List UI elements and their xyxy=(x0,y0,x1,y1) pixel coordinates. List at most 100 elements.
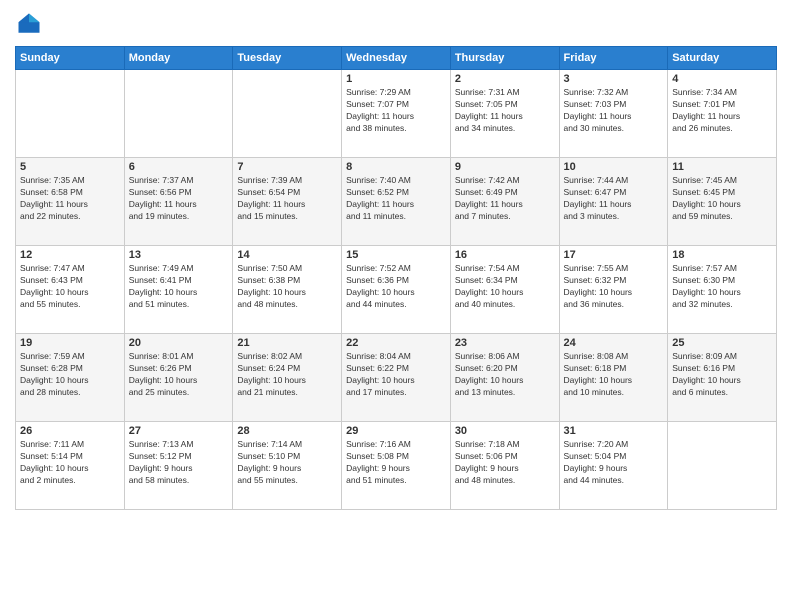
calendar-header-tuesday: Tuesday xyxy=(233,47,342,70)
day-number: 2 xyxy=(455,73,555,85)
day-number: 24 xyxy=(564,337,664,349)
day-info: Sunrise: 7:45 AM Sunset: 6:45 PM Dayligh… xyxy=(672,175,772,223)
day-number: 27 xyxy=(129,425,229,437)
calendar-cell: 21 Sunrise: 8:02 AM Sunset: 6:24 PM Dayli… xyxy=(233,334,342,422)
day-info: Sunrise: 7:34 AM Sunset: 7:01 PM Dayligh… xyxy=(672,87,772,135)
day-info: Sunrise: 7:31 AM Sunset: 7:05 PM Dayligh… xyxy=(455,87,555,135)
logo-icon xyxy=(15,10,43,38)
calendar-cell: 12 Sunrise: 7:47 AM Sunset: 6:43 PM Dayli… xyxy=(16,246,125,334)
calendar-header-row: SundayMondayTuesdayWednesdayThursdayFrid… xyxy=(16,47,777,70)
day-info: Sunrise: 8:01 AM Sunset: 6:26 PM Dayligh… xyxy=(129,351,229,399)
day-info: Sunrise: 7:14 AM Sunset: 5:10 PM Dayligh… xyxy=(237,439,337,487)
calendar-header-thursday: Thursday xyxy=(450,47,559,70)
calendar-cell: 20 Sunrise: 8:01 AM Sunset: 6:26 PM Dayli… xyxy=(124,334,233,422)
day-info: Sunrise: 7:40 AM Sunset: 6:52 PM Dayligh… xyxy=(346,175,446,223)
day-number: 7 xyxy=(237,161,337,173)
day-number: 6 xyxy=(129,161,229,173)
day-number: 12 xyxy=(20,249,120,261)
calendar-header-saturday: Saturday xyxy=(668,47,777,70)
day-info: Sunrise: 7:57 AM Sunset: 6:30 PM Dayligh… xyxy=(672,263,772,311)
day-info: Sunrise: 7:29 AM Sunset: 7:07 PM Dayligh… xyxy=(346,87,446,135)
calendar-week-2: 5Sunrise: 7:35 AM Sunset: 6:58 PM Daylig… xyxy=(16,158,777,246)
day-number: 13 xyxy=(129,249,229,261)
day-info: Sunrise: 7:32 AM Sunset: 7:03 PM Dayligh… xyxy=(564,87,664,135)
calendar-week-4: 19 Sunrise: 7:59 AM Sunset: 6:28 PM Dayli… xyxy=(16,334,777,422)
day-info: Sunrise: 7:50 AM Sunset: 6:38 PM Dayligh… xyxy=(237,263,337,311)
calendar-cell: 1Sunrise: 7:29 AM Sunset: 7:07 PM Daylig… xyxy=(342,70,451,158)
day-info: Sunrise: 7:11 AM Sunset: 5:14 PM Dayligh… xyxy=(20,439,120,487)
calendar-cell xyxy=(124,70,233,158)
day-number: 3 xyxy=(564,73,664,85)
day-number: 9 xyxy=(455,161,555,173)
calendar-cell: 22 Sunrise: 8:04 AM Sunset: 6:22 PM Dayli… xyxy=(342,334,451,422)
calendar-cell: 6 Sunrise: 7:37 AM Sunset: 6:56 PM Daylig… xyxy=(124,158,233,246)
calendar-cell xyxy=(16,70,125,158)
day-info: Sunrise: 7:44 AM Sunset: 6:47 PM Dayligh… xyxy=(564,175,664,223)
calendar: SundayMondayTuesdayWednesdayThursdayFrid… xyxy=(15,46,777,510)
calendar-cell: 8 Sunrise: 7:40 AM Sunset: 6:52 PM Daylig… xyxy=(342,158,451,246)
calendar-cell: 15Sunrise: 7:52 AM Sunset: 6:36 PM Dayli… xyxy=(342,246,451,334)
calendar-cell: 28 Sunrise: 7:14 AM Sunset: 5:10 PM Dayli… xyxy=(233,422,342,510)
day-number: 4 xyxy=(672,73,772,85)
day-info: Sunrise: 7:59 AM Sunset: 6:28 PM Dayligh… xyxy=(20,351,120,399)
day-info: Sunrise: 7:18 AM Sunset: 5:06 PM Dayligh… xyxy=(455,439,555,487)
calendar-cell: 17 Sunrise: 7:55 AM Sunset: 6:32 PM Dayli… xyxy=(559,246,668,334)
day-number: 8 xyxy=(346,161,446,173)
day-info: Sunrise: 8:09 AM Sunset: 6:16 PM Dayligh… xyxy=(672,351,772,399)
calendar-cell: 4 Sunrise: 7:34 AM Sunset: 7:01 PM Daylig… xyxy=(668,70,777,158)
day-number: 22 xyxy=(346,337,446,349)
calendar-week-1: 1Sunrise: 7:29 AM Sunset: 7:07 PM Daylig… xyxy=(16,70,777,158)
calendar-cell: 9 Sunrise: 7:42 AM Sunset: 6:49 PM Daylig… xyxy=(450,158,559,246)
day-number: 29 xyxy=(346,425,446,437)
page: SundayMondayTuesdayWednesdayThursdayFrid… xyxy=(0,0,792,612)
calendar-cell: 18 Sunrise: 7:57 AM Sunset: 6:30 PM Dayli… xyxy=(668,246,777,334)
calendar-week-5: 26 Sunrise: 7:11 AM Sunset: 5:14 PM Dayli… xyxy=(16,422,777,510)
calendar-cell: 10 Sunrise: 7:44 AM Sunset: 6:47 PM Dayli… xyxy=(559,158,668,246)
day-info: Sunrise: 7:37 AM Sunset: 6:56 PM Dayligh… xyxy=(129,175,229,223)
calendar-cell: 29 Sunrise: 7:16 AM Sunset: 5:08 PM Dayli… xyxy=(342,422,451,510)
calendar-cell: 31 Sunrise: 7:20 AM Sunset: 5:04 PM Dayli… xyxy=(559,422,668,510)
day-info: Sunrise: 7:54 AM Sunset: 6:34 PM Dayligh… xyxy=(455,263,555,311)
day-info: Sunrise: 7:42 AM Sunset: 6:49 PM Dayligh… xyxy=(455,175,555,223)
day-number: 26 xyxy=(20,425,120,437)
calendar-cell: 3 Sunrise: 7:32 AM Sunset: 7:03 PM Daylig… xyxy=(559,70,668,158)
day-number: 31 xyxy=(564,425,664,437)
calendar-cell: 26 Sunrise: 7:11 AM Sunset: 5:14 PM Dayli… xyxy=(16,422,125,510)
calendar-cell: 13 Sunrise: 7:49 AM Sunset: 6:41 PM Dayli… xyxy=(124,246,233,334)
day-info: Sunrise: 7:39 AM Sunset: 6:54 PM Dayligh… xyxy=(237,175,337,223)
day-number: 28 xyxy=(237,425,337,437)
day-info: Sunrise: 7:16 AM Sunset: 5:08 PM Dayligh… xyxy=(346,439,446,487)
logo xyxy=(15,10,47,38)
day-info: Sunrise: 8:08 AM Sunset: 6:18 PM Dayligh… xyxy=(564,351,664,399)
calendar-cell: 16Sunrise: 7:54 AM Sunset: 6:34 PM Dayli… xyxy=(450,246,559,334)
calendar-cell: 7 Sunrise: 7:39 AM Sunset: 6:54 PM Daylig… xyxy=(233,158,342,246)
day-number: 20 xyxy=(129,337,229,349)
day-info: Sunrise: 7:47 AM Sunset: 6:43 PM Dayligh… xyxy=(20,263,120,311)
calendar-cell: 5Sunrise: 7:35 AM Sunset: 6:58 PM Daylig… xyxy=(16,158,125,246)
calendar-cell: 19 Sunrise: 7:59 AM Sunset: 6:28 PM Dayli… xyxy=(16,334,125,422)
day-number: 14 xyxy=(237,249,337,261)
day-info: Sunrise: 8:06 AM Sunset: 6:20 PM Dayligh… xyxy=(455,351,555,399)
day-info: Sunrise: 7:20 AM Sunset: 5:04 PM Dayligh… xyxy=(564,439,664,487)
calendar-cell: 23Sunrise: 8:06 AM Sunset: 6:20 PM Dayli… xyxy=(450,334,559,422)
day-number: 11 xyxy=(672,161,772,173)
calendar-cell xyxy=(233,70,342,158)
calendar-cell: 30Sunrise: 7:18 AM Sunset: 5:06 PM Dayli… xyxy=(450,422,559,510)
day-number: 17 xyxy=(564,249,664,261)
calendar-cell: 2 Sunrise: 7:31 AM Sunset: 7:05 PM Daylig… xyxy=(450,70,559,158)
day-number: 18 xyxy=(672,249,772,261)
day-number: 10 xyxy=(564,161,664,173)
calendar-cell: 24 Sunrise: 8:08 AM Sunset: 6:18 PM Dayli… xyxy=(559,334,668,422)
day-info: Sunrise: 7:49 AM Sunset: 6:41 PM Dayligh… xyxy=(129,263,229,311)
calendar-cell xyxy=(668,422,777,510)
day-number: 21 xyxy=(237,337,337,349)
day-info: Sunrise: 7:55 AM Sunset: 6:32 PM Dayligh… xyxy=(564,263,664,311)
day-info: Sunrise: 7:35 AM Sunset: 6:58 PM Dayligh… xyxy=(20,175,120,223)
calendar-cell: 11 Sunrise: 7:45 AM Sunset: 6:45 PM Dayli… xyxy=(668,158,777,246)
day-number: 19 xyxy=(20,337,120,349)
day-info: Sunrise: 8:02 AM Sunset: 6:24 PM Dayligh… xyxy=(237,351,337,399)
day-info: Sunrise: 7:52 AM Sunset: 6:36 PM Dayligh… xyxy=(346,263,446,311)
header xyxy=(15,10,777,38)
calendar-header-wednesday: Wednesday xyxy=(342,47,451,70)
day-info: Sunrise: 8:04 AM Sunset: 6:22 PM Dayligh… xyxy=(346,351,446,399)
